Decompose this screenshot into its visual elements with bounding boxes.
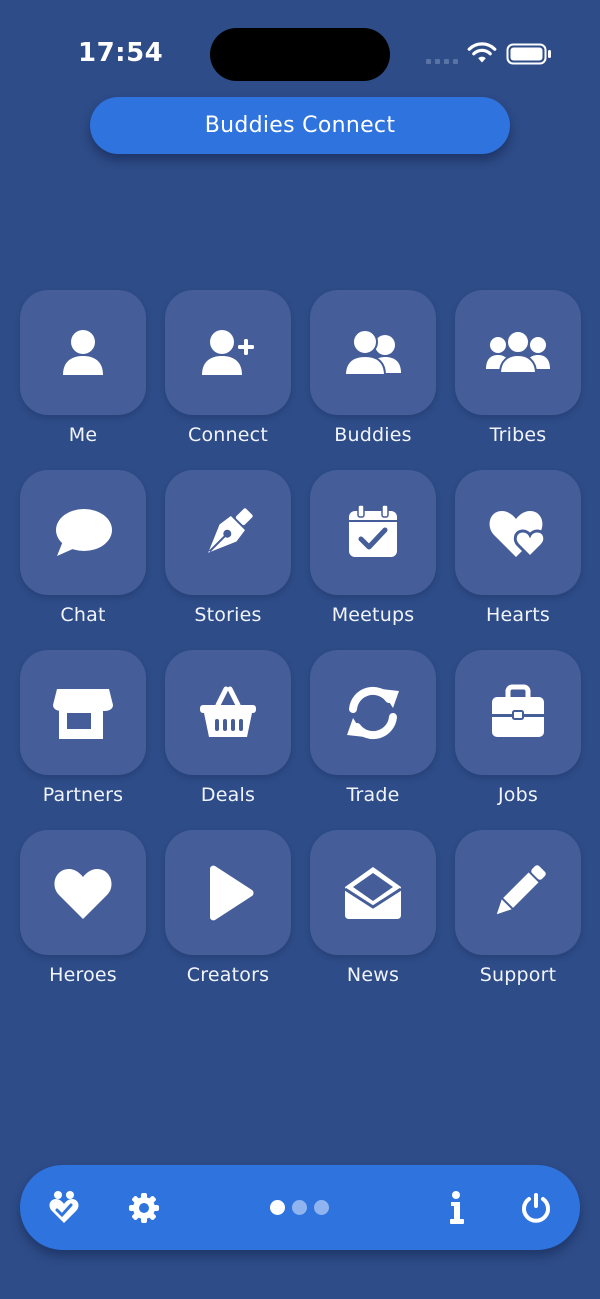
hearts-icon <box>489 510 547 559</box>
gear-icon <box>129 1192 159 1223</box>
heart-icon <box>54 868 112 919</box>
app-title-button[interactable]: Buddies Connect <box>90 97 510 154</box>
tile-trade-box[interactable] <box>310 650 436 775</box>
info-button[interactable] <box>444 1165 468 1250</box>
tile-hearts-label: Hearts <box>486 604 550 626</box>
tile-support-box[interactable] <box>455 830 581 955</box>
calendar-check-icon <box>349 503 397 557</box>
user-plus-icon <box>202 329 254 375</box>
tile-news-label: News <box>346 964 400 986</box>
page-dot-1[interactable] <box>270 1200 285 1215</box>
hand-holding-heart-icon <box>49 1190 79 1223</box>
briefcase-icon <box>492 684 544 737</box>
tile-jobs-box[interactable] <box>455 650 581 775</box>
tile-partners-box[interactable] <box>20 650 146 775</box>
tile-chat-label: Chat <box>60 604 106 626</box>
shop-icon <box>53 688 113 739</box>
envelope-open-icon <box>344 866 402 919</box>
tile-connect-label: Connect <box>188 424 268 446</box>
status-time: 17:54 <box>78 38 164 68</box>
tile-creators-box[interactable] <box>165 830 291 955</box>
tile-chat-box[interactable] <box>20 470 146 595</box>
tile-deals[interactable]: Deals <box>165 650 291 806</box>
tile-tribes-box[interactable] <box>455 290 581 415</box>
tile-news-box[interactable] <box>310 830 436 955</box>
tile-jobs-label: Jobs <box>498 784 538 806</box>
tile-me-box[interactable] <box>20 290 146 415</box>
tile-trade-label: Trade <box>346 784 400 806</box>
tile-news[interactable]: News <box>310 830 436 986</box>
tile-partners-label: Partners <box>42 784 124 806</box>
settings-button[interactable] <box>124 1165 164 1250</box>
tile-buddies[interactable]: Buddies <box>310 290 436 446</box>
page-indicator[interactable] <box>270 1200 330 1216</box>
tile-support-label: Support <box>479 964 557 986</box>
play-icon <box>210 865 254 920</box>
page-dot-3[interactable] <box>314 1200 329 1215</box>
tile-meetups-label: Meetups <box>331 604 415 626</box>
chat-bubble-icon <box>56 508 112 556</box>
tile-tribes[interactable]: Tribes <box>455 290 581 446</box>
dynamic-island <box>210 28 390 81</box>
exchange-icon <box>347 686 399 739</box>
tile-hearts[interactable]: Hearts <box>455 470 581 626</box>
app-grid: Me Connect Buddies Tribes Chat Stories M… <box>20 290 581 986</box>
tile-deals-box[interactable] <box>165 650 291 775</box>
tile-partners[interactable]: Partners <box>20 650 146 806</box>
tile-heroes[interactable]: Heroes <box>20 830 146 986</box>
tile-hearts-box[interactable] <box>455 470 581 595</box>
tile-buddies-box[interactable] <box>310 290 436 415</box>
power-button[interactable] <box>518 1165 554 1250</box>
tile-meetups[interactable]: Meetups <box>310 470 436 626</box>
tile-chat[interactable]: Chat <box>20 470 146 626</box>
pen-nib-icon <box>208 507 253 553</box>
basket-icon <box>200 686 256 737</box>
tile-jobs[interactable]: Jobs <box>455 650 581 806</box>
tile-connect-box[interactable] <box>165 290 291 415</box>
battery-icon <box>506 43 551 65</box>
tile-me-label: Me <box>68 424 98 446</box>
info-icon <box>450 1190 464 1224</box>
tile-stories-label: Stories <box>194 604 262 626</box>
tile-meetups-box[interactable] <box>310 470 436 595</box>
page-dot-2[interactable] <box>292 1200 307 1215</box>
tile-connect[interactable]: Connect <box>165 290 291 446</box>
power-icon <box>522 1192 550 1223</box>
tile-creators[interactable]: Creators <box>165 830 291 986</box>
tile-heroes-label: Heroes <box>49 964 117 986</box>
users-icon <box>486 329 550 374</box>
tile-deals-label: Deals <box>200 784 256 806</box>
user-group-icon <box>343 328 401 376</box>
tile-creators-label: Creators <box>186 964 270 986</box>
tile-me[interactable]: Me <box>20 290 146 446</box>
tile-stories-box[interactable] <box>165 470 291 595</box>
tile-heroes-box[interactable] <box>20 830 146 955</box>
bottom-toolbar <box>20 1165 580 1250</box>
tile-stories[interactable]: Stories <box>165 470 291 626</box>
bottom-home-button[interactable] <box>46 1165 82 1250</box>
tile-trade[interactable]: Trade <box>310 650 436 806</box>
cellular-signal-icon <box>426 59 460 65</box>
status-bar: 17:54 <box>0 0 600 110</box>
pencil-icon <box>496 864 546 914</box>
tile-support[interactable]: Support <box>455 830 581 986</box>
tile-tribes-label: Tribes <box>489 424 547 446</box>
wifi-icon <box>467 42 497 63</box>
tile-buddies-label: Buddies <box>334 424 412 446</box>
user-icon <box>63 329 103 375</box>
